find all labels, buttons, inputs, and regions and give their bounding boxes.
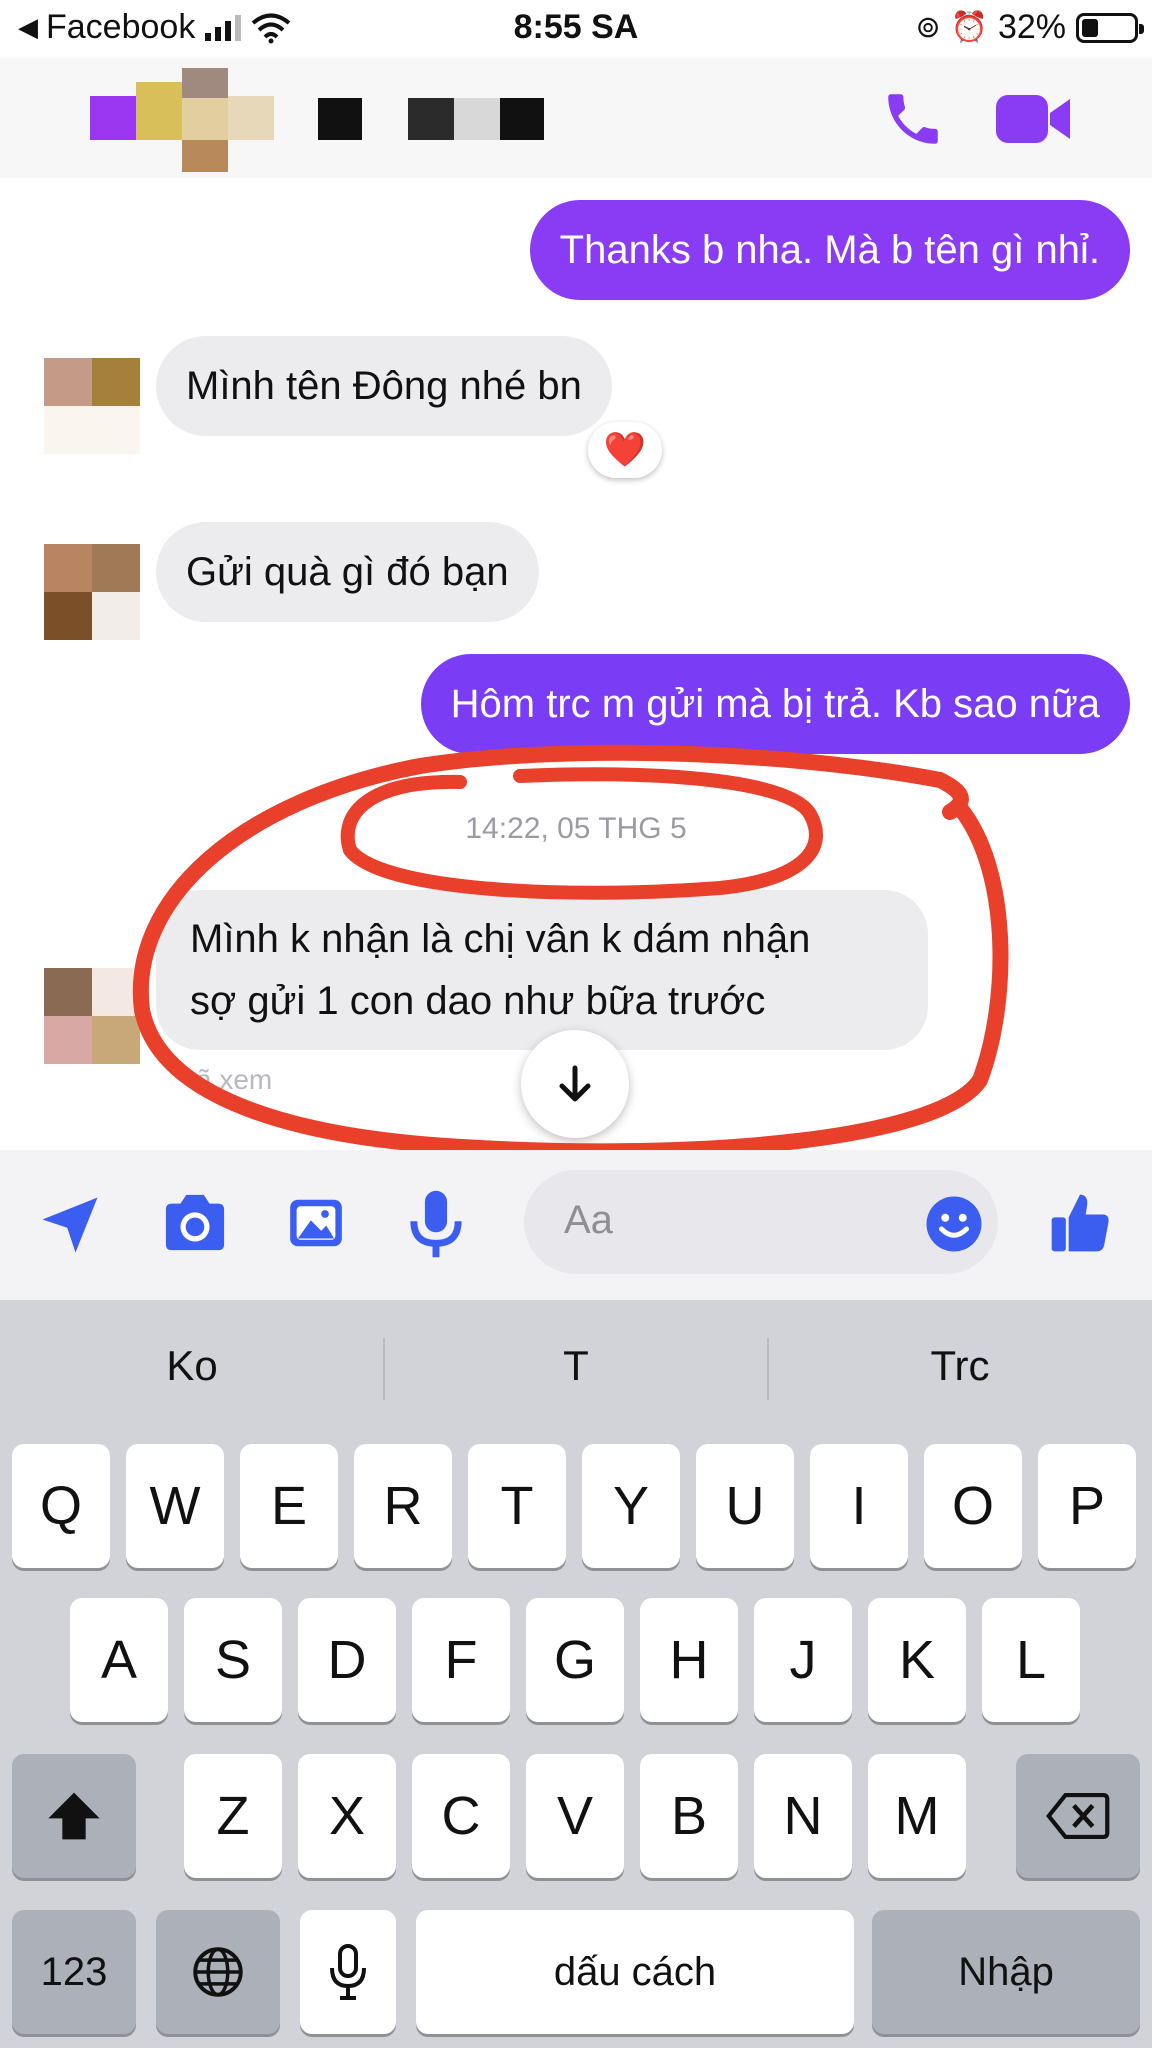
battery-percent: 32% [997,8,1066,46]
message-list[interactable]: Thanks b nha. Mà b tên gì nhỉ. Mình tên … [0,178,1152,1150]
key-j[interactable]: J [754,1598,852,1722]
key-x[interactable]: X [298,1754,396,1878]
avatar[interactable] [44,968,140,1064]
key-h[interactable]: H [640,1598,738,1722]
key-c[interactable]: C [412,1754,510,1878]
key-a[interactable]: A [70,1598,168,1722]
dictation-key[interactable] [300,1910,396,2034]
message-incoming[interactable]: Gửi quà gì đó bạn [156,522,539,622]
status-bar: ◀ Facebook 8:55 SA ⊚ ⏰ 32% [0,0,1152,58]
key-e[interactable]: E [240,1444,338,1568]
key-r[interactable]: R [354,1444,452,1568]
message-input-placeholder: Aa [564,1198,613,1242]
message-incoming[interactable]: Mình tên Đông nhé bn [156,336,612,436]
message-input[interactable]: Aa [524,1170,998,1274]
microphone-icon[interactable] [408,1188,464,1260]
globe-key[interactable] [156,1910,280,2034]
camera-icon[interactable] [160,1192,230,1256]
key-o[interactable]: O [924,1444,1022,1568]
message-outgoing[interactable]: Hôm trc m gửi mà bị trả. Kb sao nữa [420,654,1130,754]
keyboard: Ko T Trc QWERTYUIOP ASDFGHJKL ZXCVBNM 12… [0,1300,1152,2048]
scroll-to-bottom-button[interactable] [521,1030,629,1138]
globe-icon [193,1947,243,1997]
key-t[interactable]: T [468,1444,566,1568]
key-d[interactable]: D [298,1598,396,1722]
shift-key[interactable] [12,1754,136,1878]
key-v[interactable]: V [526,1754,624,1878]
key-p[interactable]: P [1038,1444,1136,1568]
suggestion-item[interactable]: T [384,1342,768,1390]
suggestion-item[interactable]: Trc [768,1342,1152,1390]
key-g[interactable]: G [526,1598,624,1722]
key-q[interactable]: Q [12,1444,110,1568]
shift-arrow-icon [48,1792,100,1840]
key-k[interactable]: K [868,1598,966,1722]
key-y[interactable]: Y [582,1444,680,1568]
message-line: Mình k nhận là chị vân k dám nhận [190,917,811,961]
key-u[interactable]: U [696,1444,794,1568]
key-f[interactable]: F [412,1598,510,1722]
suggestion-item[interactable]: Ko [0,1342,384,1390]
heart-reaction-icon[interactable]: ❤️ [588,422,662,478]
seen-status: ã xem [196,1064,273,1095]
battery-icon [1076,12,1144,43]
key-z[interactable]: Z [184,1754,282,1878]
alarm-icon: ⏰ [950,11,988,44]
backspace-key[interactable] [1016,1754,1140,1878]
like-icon[interactable] [1046,1188,1114,1258]
rotation-lock-icon: ⊚ [915,11,941,44]
send-location-icon[interactable] [36,1192,104,1258]
return-key[interactable]: Nhập [872,1910,1140,2034]
emoji-icon[interactable] [924,1194,984,1254]
message-line: sợ gửi 1 con dao như bữa trước [190,979,766,1023]
message-timestamp: 14:22, 05 THG 5 [465,812,687,845]
key-s[interactable]: S [184,1598,282,1722]
key-b[interactable]: B [640,1754,738,1878]
arrow-down-icon [559,1065,591,1102]
contact-name-redacted[interactable] [90,62,570,172]
backspace-icon [1046,1793,1110,1839]
avatar[interactable] [44,358,140,454]
message-incoming-multiline[interactable]: Mình k nhận là chị vân k dám nhận sợ gửi… [156,890,928,1050]
key-w[interactable]: W [126,1444,224,1568]
conversation-header [0,58,1152,178]
key-n[interactable]: N [754,1754,852,1878]
message-composer: Aa [0,1150,1152,1300]
message-outgoing[interactable]: Thanks b nha. Mà b tên gì nhỉ. [529,200,1130,300]
key-l[interactable]: L [982,1598,1080,1722]
gallery-icon[interactable] [284,1192,348,1254]
avatar[interactable] [44,544,140,640]
video-call-icon[interactable] [996,90,1072,148]
numbers-key[interactable]: 123 [12,1910,136,2034]
suggestion-bar: Ko T Trc [0,1300,1152,1434]
key-m[interactable]: M [868,1754,966,1878]
microphone-key-icon [330,1944,366,2000]
space-key[interactable]: dấu cách [416,1910,854,2034]
phone-icon[interactable] [878,86,948,152]
key-i[interactable]: I [810,1444,908,1568]
